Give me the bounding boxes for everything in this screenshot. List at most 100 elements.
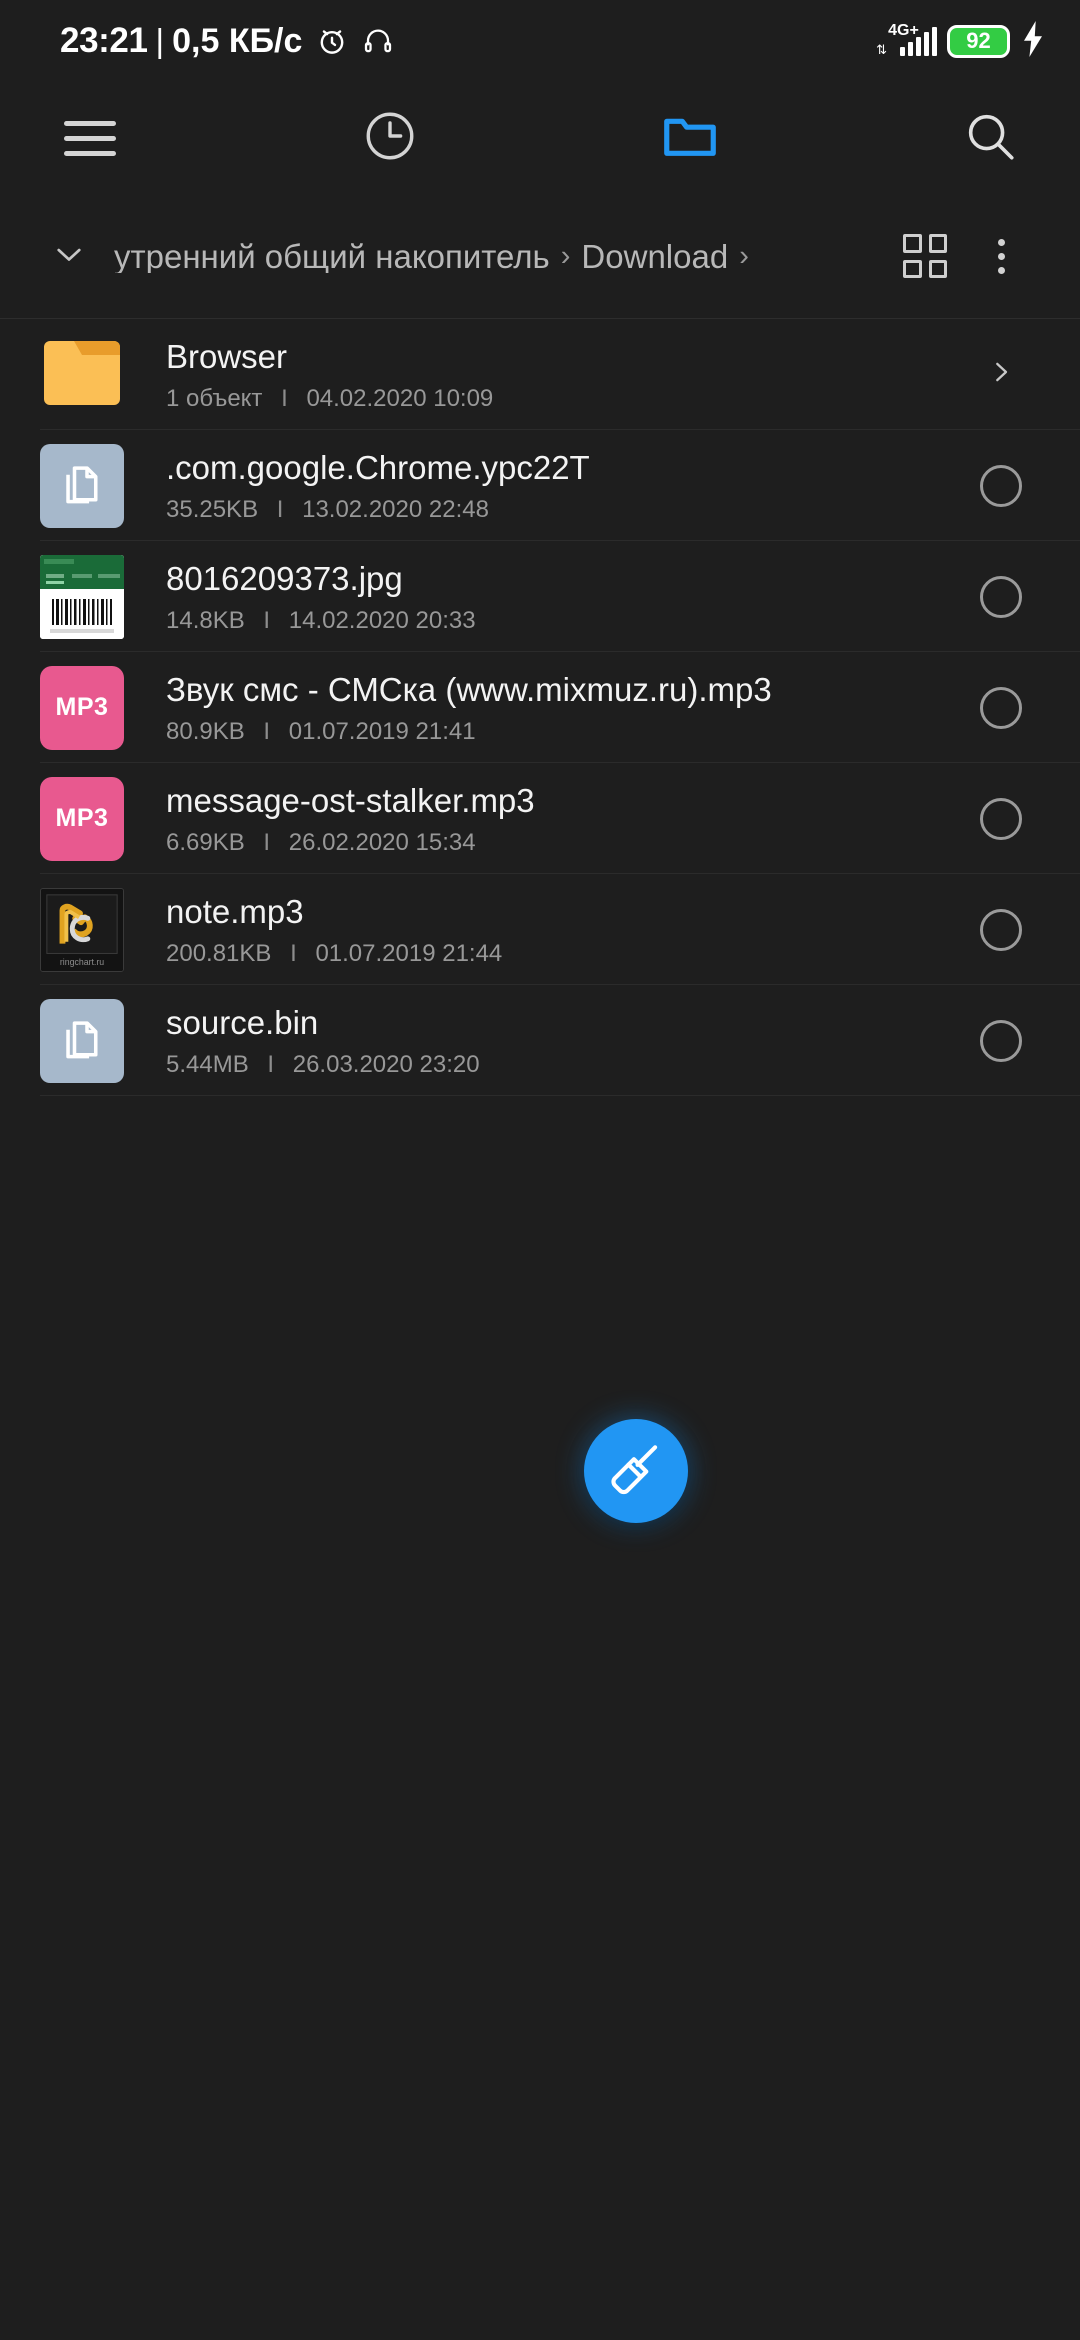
row-trailing[interactable] — [964, 357, 1038, 392]
file-subtitle: 200.81KB I 01.07.2019 21:44 — [166, 942, 964, 966]
file-date: 26.03.2020 23:20 — [292, 1051, 480, 1079]
row-trailing[interactable] — [964, 797, 1038, 840]
meta-divider: I — [267, 1051, 275, 1079]
status-bar-right: 4G+ ⇅ 92 — [876, 20, 1046, 62]
select-radio[interactable] — [980, 686, 1022, 729]
file-name: Звук смс - СМСка (www.mixmuz.ru).mp3 — [166, 670, 772, 708]
file-meta: 8016209373.jpg 14.8KB I 14.02.2020 20:33 — [166, 560, 964, 634]
chevron-right-icon — [986, 357, 1016, 392]
file-name: message-ost-stalker.mp3 — [166, 781, 535, 819]
select-radio[interactable] — [980, 1019, 1022, 1062]
file-size: 80.9KB — [166, 718, 245, 746]
select-radio[interactable] — [980, 464, 1022, 507]
hamburger-menu-button[interactable] — [48, 96, 132, 180]
document-icon — [40, 443, 124, 528]
clock-icon — [361, 107, 419, 170]
table-row[interactable]: Browser 1 объект I 04.02.2020 10:09 — [0, 319, 1080, 430]
table-row[interactable]: MP3 message-ost-stalker.mp3 6.69KB I 26.… — [0, 763, 1080, 874]
file-size: 1 объект — [166, 385, 263, 413]
file-meta: Browser 1 объект I 04.02.2020 10:09 — [166, 338, 964, 412]
mp3-icon: MP3 — [40, 665, 124, 750]
file-subtitle: 35.25KB I 13.02.2020 22:48 — [166, 498, 964, 522]
row-trailing[interactable] — [964, 1019, 1038, 1062]
meta-divider: I — [263, 829, 271, 857]
album-art-thumbnail: ringchart.ru — [40, 887, 124, 972]
file-meta: Звук смс - СМСка (www.mixmuz.ru).mp3 80.… — [166, 671, 964, 745]
breadcrumb-separator-trailing: › — [739, 239, 749, 272]
status-separator: | — [155, 22, 165, 59]
grid-view-button[interactable] — [890, 221, 960, 291]
breadcrumb-actions — [890, 221, 1036, 291]
table-row[interactable]: ringchart.ru note.mp3 200.81KB I 01.07.2… — [0, 874, 1080, 985]
grid-view-icon — [903, 234, 947, 278]
file-subtitle: 1 объект I 04.02.2020 10:09 — [166, 387, 964, 411]
svg-text:ringchart.ru: ringchart.ru — [60, 957, 104, 967]
table-row[interactable]: 8016209373.jpg 14.8KB I 14.02.2020 20:33 — [0, 541, 1080, 652]
status-time: 23:21 — [60, 21, 148, 60]
table-row[interactable]: MP3 Звук смс - СМСка (www.mixmuz.ru).mp3… — [0, 652, 1080, 763]
status-bar: 23:21 | 0,5 КБ/c 4G+ ⇅ 92 — [0, 0, 1080, 82]
folder-icon — [659, 105, 721, 172]
select-radio[interactable] — [980, 797, 1022, 840]
mp3-badge-label: MP3 — [55, 693, 109, 721]
tab-recent[interactable] — [348, 96, 432, 180]
file-subtitle: 14.8KB I 14.02.2020 20:33 — [166, 609, 964, 633]
battery-indicator: 92 — [947, 24, 1010, 58]
file-size: 200.81KB — [166, 940, 272, 968]
signal-bars-icon: 4G+ ⇅ — [876, 22, 937, 57]
row-trailing[interactable] — [964, 908, 1038, 951]
mp3-icon: MP3 — [40, 776, 124, 861]
file-date: 01.07.2019 21:41 — [288, 718, 476, 746]
mp3-badge-label: MP3 — [55, 804, 109, 832]
cleaner-broom-icon — [605, 1438, 667, 1505]
lightning-bolt-icon — [1020, 20, 1046, 62]
file-date: 13.02.2020 22:48 — [302, 496, 489, 524]
image-thumbnail — [40, 554, 124, 639]
battery-level: 92 — [966, 28, 991, 53]
file-subtitle: 6.69KB I 26.02.2020 15:34 — [166, 831, 964, 855]
overflow-menu-button[interactable] — [966, 221, 1036, 291]
breadcrumb-collapse-button[interactable] — [36, 235, 102, 278]
row-trailing[interactable] — [964, 686, 1038, 729]
headphones-icon — [362, 25, 394, 57]
breadcrumb-separator: › — [560, 239, 571, 272]
file-name: note.mp3 — [166, 892, 304, 930]
data-transfer-icon: ⇅ — [876, 41, 887, 57]
search-button[interactable] — [948, 96, 1032, 180]
row-trailing[interactable] — [964, 464, 1038, 507]
table-row[interactable]: source.bin 5.44MB I 26.03.2020 23:20 — [0, 985, 1080, 1096]
search-icon — [961, 107, 1019, 170]
document-icon — [40, 998, 124, 1083]
cleaner-fab-button[interactable] — [584, 1419, 688, 1523]
breadcrumb-segment-root[interactable]: утренний общий накопитель — [114, 240, 550, 273]
select-radio[interactable] — [980, 575, 1022, 618]
tab-files[interactable] — [648, 96, 732, 180]
meta-divider: I — [290, 940, 297, 968]
row-trailing[interactable] — [964, 575, 1038, 618]
breadcrumb-segment-current[interactable]: Download — [581, 240, 728, 273]
meta-divider: I — [281, 385, 288, 413]
status-bar-left: 23:21 | 0,5 КБ/c — [60, 21, 394, 61]
file-size: 6.69KB — [166, 829, 245, 857]
breadcrumb: утренний общий накопитель › Download › — [0, 194, 1080, 319]
breadcrumb-path[interactable]: утренний общий накопитель › Download › — [114, 240, 890, 273]
file-size: 14.8KB — [166, 607, 245, 635]
file-meta: .com.google.Chrome.ypc22T 35.25KB I 13.0… — [166, 449, 964, 523]
select-radio[interactable] — [980, 908, 1022, 951]
file-subtitle: 80.9KB I 01.07.2019 21:41 — [166, 720, 964, 744]
file-meta: message-ost-stalker.mp3 6.69KB I 26.02.2… — [166, 782, 964, 856]
file-name: .com.google.Chrome.ypc22T — [166, 448, 590, 486]
folder-icon — [40, 333, 124, 417]
file-name: source.bin — [166, 1003, 319, 1041]
alarm-clock-icon — [315, 24, 349, 58]
file-date: 26.02.2020 15:34 — [288, 829, 476, 857]
file-name: Browser — [166, 337, 288, 375]
chevron-down-icon — [50, 235, 88, 278]
table-row[interactable]: .com.google.Chrome.ypc22T 35.25KB I 13.0… — [0, 430, 1080, 541]
file-date: 01.07.2019 21:44 — [315, 940, 503, 968]
status-network-speed: 0,5 КБ/c — [172, 21, 303, 60]
file-subtitle: 5.44MB I 26.03.2020 23:20 — [166, 1053, 964, 1077]
more-vertical-icon — [972, 227, 1030, 285]
network-type-label: 4G+ — [888, 21, 919, 39]
meta-divider: I — [263, 607, 271, 635]
